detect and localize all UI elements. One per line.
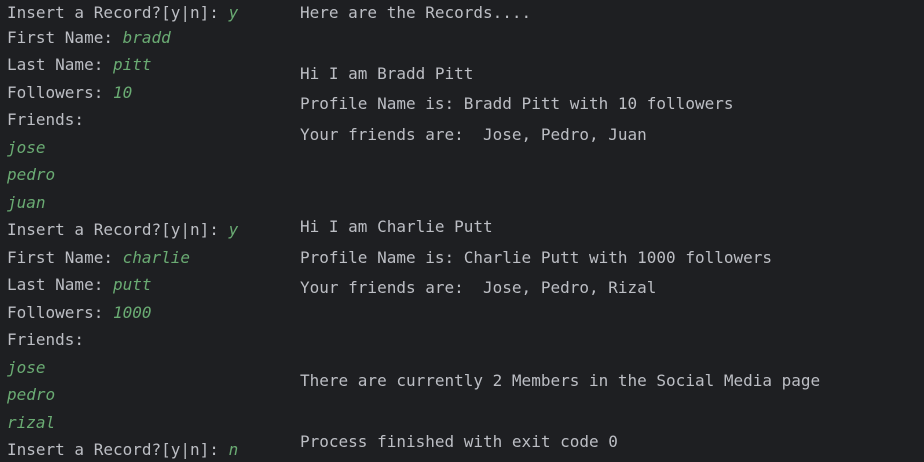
console-line: jose — [7, 137, 46, 159]
console-line: pedro — [7, 384, 55, 406]
console-output-line: Your friends are: Jose, Pedro, Rizal — [300, 278, 657, 297]
console-line: Friends: — [7, 109, 84, 131]
console-output-column: Here are the Records.... Hi I am Bradd P… — [300, 0, 820, 451]
console-user-input: pitt — [112, 55, 152, 74]
console-user-input: juan — [7, 193, 46, 212]
console-output-line: Hi I am Charlie Putt — [300, 217, 493, 236]
console-user-input: charlie — [122, 248, 191, 267]
console-user-input: 1000 — [112, 303, 152, 322]
console-input-column: Insert a Record?[y|n]: y First Name: bra… — [7, 0, 238, 459]
console-prompt: Last Name: — [7, 275, 113, 294]
console-prompt: Followers: — [7, 83, 113, 102]
console-line: rizal — [7, 412, 55, 434]
console-user-input: y — [228, 3, 239, 22]
console-user-input: 10 — [112, 83, 133, 102]
console-output-line: Hi I am Bradd Pitt — [300, 64, 474, 83]
console-user-input: jose — [7, 138, 46, 157]
console-output-line: Here are the Records.... — [300, 3, 532, 22]
console-line: pedro — [7, 164, 55, 186]
console-prompt: First Name: — [7, 248, 123, 267]
console-line: jose — [7, 357, 46, 379]
console-line: Insert a Record?[y|n]: y — [7, 219, 238, 241]
console-prompt: Friends: — [7, 330, 85, 349]
console-output-line: Process finished with exit code 0 — [300, 432, 618, 451]
console-user-input: pedro — [7, 385, 56, 404]
console-line: Last Name: pitt — [7, 54, 152, 76]
run-console[interactable]: Insert a Record?[y|n]: y First Name: bra… — [0, 0, 924, 462]
console-line: Followers: 10 — [7, 82, 132, 104]
console-prompt: First Name: — [7, 28, 123, 47]
console-prompt: Friends: — [7, 110, 85, 129]
console-line: Last Name: putt — [7, 274, 152, 296]
console-line: Followers: 1000 — [7, 302, 152, 324]
console-prompt: Insert a Record?[y|n]: — [7, 440, 229, 459]
console-user-input: putt — [112, 275, 152, 294]
console-line: First Name: bradd — [7, 27, 171, 49]
console-line: Insert a Record?[y|n]: y — [7, 2, 238, 24]
console-output-line: There are currently 2 Members in the Soc… — [300, 371, 821, 390]
console-user-input: jose — [7, 358, 46, 377]
console-user-input: rizal — [7, 413, 56, 432]
console-prompt: Followers: — [7, 303, 113, 322]
console-output-line: Profile Name is: Bradd Pitt with 10 foll… — [300, 94, 734, 113]
console-line: juan — [7, 192, 46, 214]
console-prompt: Insert a Record?[y|n]: — [7, 3, 229, 22]
console-user-input: bradd — [122, 28, 171, 47]
console-user-input: pedro — [7, 165, 56, 184]
console-prompt: Insert a Record?[y|n]: — [7, 220, 229, 239]
console-output-line: Your friends are: Jose, Pedro, Juan — [300, 125, 647, 144]
console-line: Friends: — [7, 329, 84, 351]
console-output-line: Profile Name is: Charlie Putt with 1000 … — [300, 248, 773, 267]
console-prompt: Last Name: — [7, 55, 113, 74]
console-line: Insert a Record?[y|n]: n — [7, 439, 238, 461]
console-line: First Name: charlie — [7, 247, 190, 269]
console-user-input: n — [228, 440, 239, 459]
console-user-input: y — [228, 220, 239, 239]
